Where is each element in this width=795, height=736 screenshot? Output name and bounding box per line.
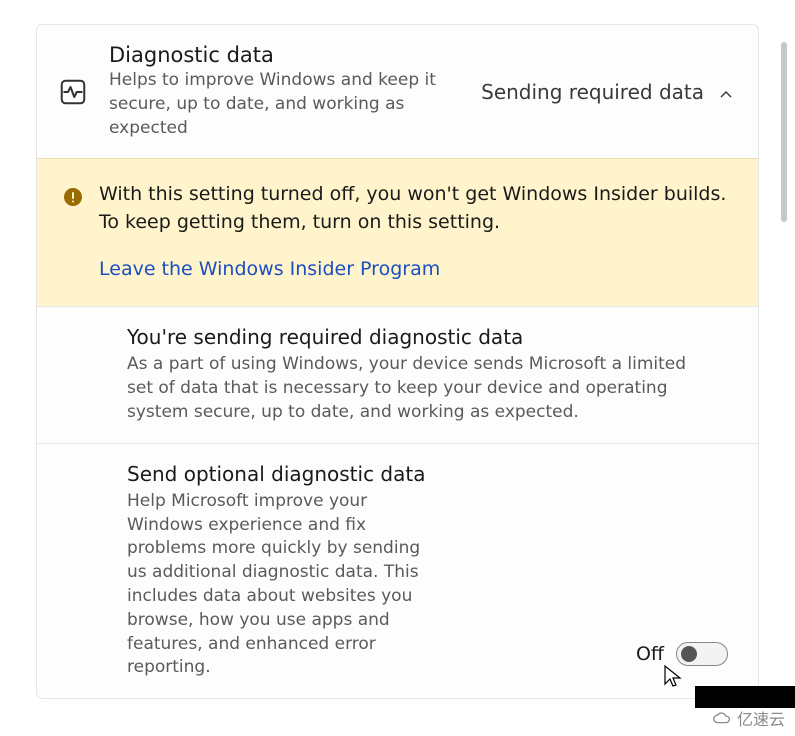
watermark-label: 亿速云	[737, 706, 785, 730]
required-data-text: You're sending required diagnostic data …	[127, 325, 734, 424]
diagnostic-data-panel: Diagnostic data Helps to improve Windows…	[36, 24, 759, 699]
insider-warning-body: With this setting turned off, you won't …	[99, 181, 732, 280]
insider-warning-text: With this setting turned off, you won't …	[99, 181, 732, 236]
optional-data-desc: Help Microsoft improve your Windows expe…	[127, 490, 437, 680]
chevron-up-icon[interactable]	[718, 84, 734, 100]
optional-data-toggle-group: Off	[636, 642, 734, 680]
optional-toggle-label: Off	[636, 643, 664, 665]
diagnostic-status-text: Sending required data	[481, 80, 704, 104]
diagnostic-title: Diagnostic data	[109, 43, 463, 67]
watermark: 亿速云	[711, 706, 785, 730]
warning-icon	[63, 187, 83, 207]
scrollbar-thumb[interactable]	[781, 42, 787, 222]
optional-data-toggle[interactable]	[676, 642, 728, 666]
insider-warning: With this setting turned off, you won't …	[37, 158, 758, 306]
diagnostic-status: Sending required data	[481, 80, 734, 104]
leave-insider-link[interactable]: Leave the Windows Insider Program	[99, 258, 440, 280]
heartbeat-icon	[55, 74, 91, 110]
toggle-knob	[681, 646, 697, 662]
diagnostic-header-text: Diagnostic data Helps to improve Windows…	[109, 43, 463, 140]
watermark-bar	[695, 686, 795, 708]
required-data-section: You're sending required diagnostic data …	[37, 306, 758, 442]
required-data-desc: As a part of using Windows, your device …	[127, 353, 707, 424]
cloud-icon	[711, 711, 733, 725]
diagnostic-header[interactable]: Diagnostic data Helps to improve Windows…	[37, 25, 758, 158]
optional-data-section: Send optional diagnostic data Help Micro…	[37, 443, 758, 698]
optional-data-text: Send optional diagnostic data Help Micro…	[127, 462, 616, 680]
optional-data-title: Send optional diagnostic data	[127, 462, 616, 486]
required-data-title: You're sending required diagnostic data	[127, 325, 734, 349]
diagnostic-desc: Helps to improve Windows and keep it sec…	[109, 69, 439, 140]
